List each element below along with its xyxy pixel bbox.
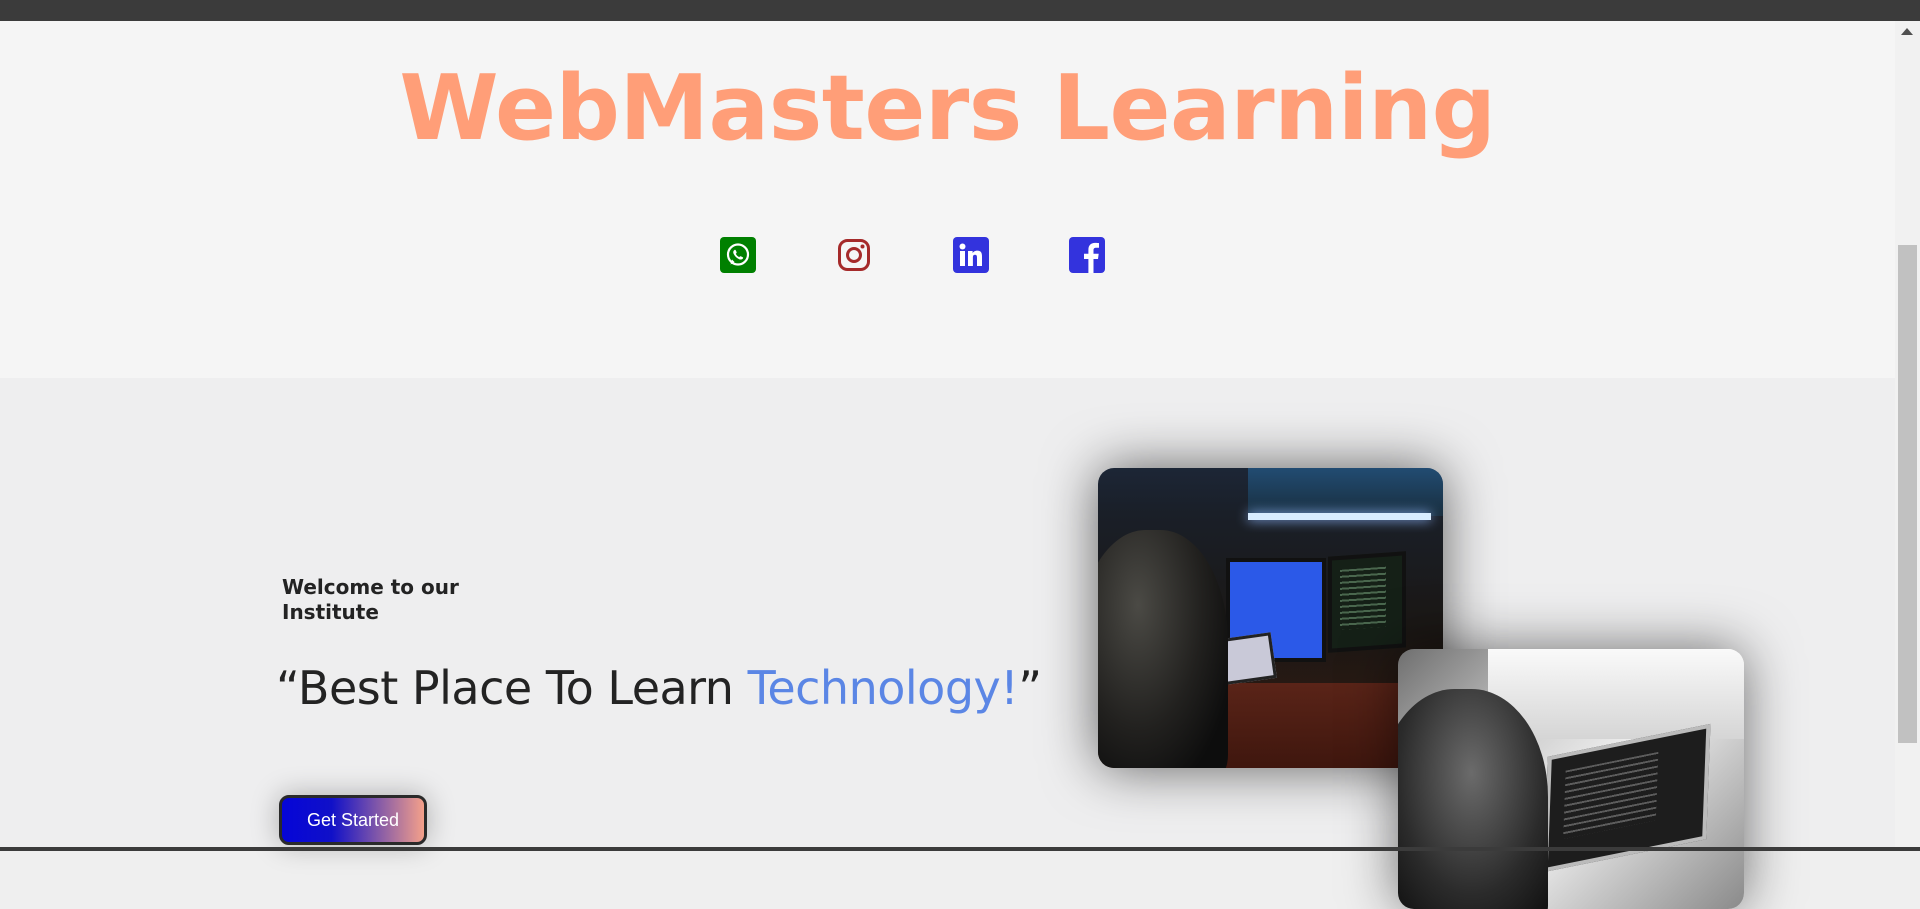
social-links <box>0 237 1895 277</box>
welcome-text: Welcome to our Institute <box>282 575 459 624</box>
scrollbar-thumb[interactable] <box>1898 245 1917 743</box>
site-header: WebMasters Learning <box>0 21 1895 378</box>
tagline-highlight: Technology! <box>747 661 1019 715</box>
site-title: WebMasters Learning <box>399 56 1496 161</box>
tagline-main: Best Place To Learn <box>297 661 748 715</box>
instagram-icon[interactable] <box>836 237 872 273</box>
hero-section: Welcome to our Institute “Best Place To … <box>0 378 1895 909</box>
browser-top-bar <box>0 0 1920 21</box>
whatsapp-icon[interactable] <box>720 237 756 273</box>
facebook-icon[interactable] <box>1069 237 1105 273</box>
linkedin-icon[interactable] <box>953 237 989 273</box>
hero-image-laptop-bw <box>1398 649 1744 909</box>
tagline-close-quote: ” <box>1018 661 1042 715</box>
tagline-open-quote: “ <box>276 661 298 715</box>
browser-bottom-bar <box>0 847 1920 851</box>
hero-image-developer-night <box>1098 468 1443 768</box>
tagline: “Best Place To Learn Technology!” <box>276 658 1042 718</box>
scroll-up-arrow-icon[interactable] <box>1901 28 1913 35</box>
get-started-button[interactable]: Get Started <box>279 795 427 845</box>
